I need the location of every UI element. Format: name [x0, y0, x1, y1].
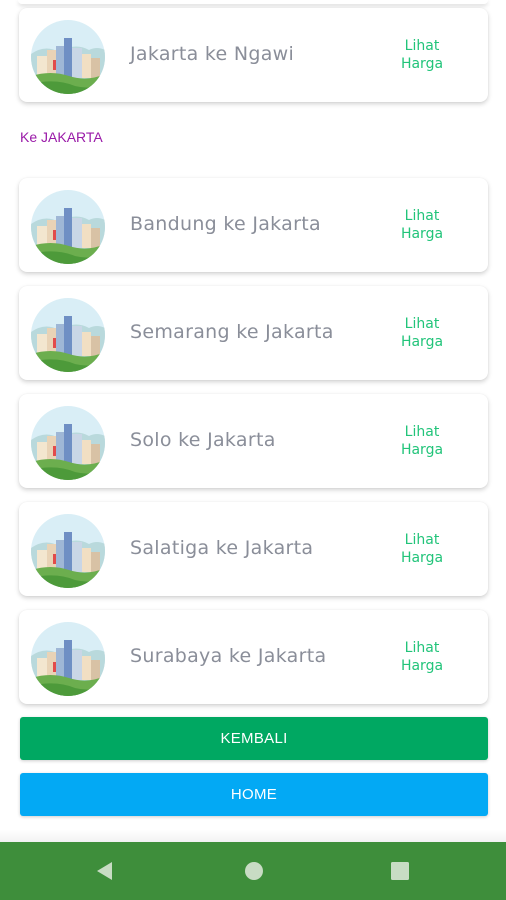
- link-line-1: Lihat: [404, 208, 440, 224]
- route-name: Surabaya ke Jakarta: [130, 645, 327, 667]
- route-card-surabaya[interactable]: Surabaya ke Jakarta Lihat Harga: [19, 610, 488, 704]
- city-thumbnail-icon: [31, 514, 105, 588]
- city-thumbnail-icon: [31, 190, 105, 264]
- lihat-harga-link[interactable]: Lihat Harga: [392, 207, 452, 243]
- lihat-harga-link[interactable]: Lihat Harga: [392, 531, 452, 567]
- back-triangle-icon[interactable]: [93, 859, 117, 883]
- city-thumbnail-icon: [31, 298, 105, 372]
- route-name: Salatiga ke Jakarta: [130, 537, 314, 559]
- route-name: Solo ke Jakarta: [130, 429, 276, 451]
- route-card-solo[interactable]: Solo ke Jakarta Lihat Harga: [19, 394, 488, 488]
- route-name: Bandung ke Jakarta: [130, 213, 321, 235]
- section-heading: Ke JAKARTA: [20, 129, 103, 145]
- route-name: Jakarta ke Ngawi: [130, 43, 295, 65]
- city-thumbnail-icon: [31, 622, 105, 696]
- link-line-1: Lihat: [404, 424, 440, 440]
- route-card-salatiga[interactable]: Salatiga ke Jakarta Lihat Harga: [19, 502, 488, 596]
- lihat-harga-link[interactable]: Lihat Harga: [392, 37, 452, 73]
- link-line-2: Harga: [400, 56, 444, 72]
- home-circle-icon[interactable]: [242, 859, 266, 883]
- content-bottom-edge: [0, 830, 506, 842]
- route-name: Semarang ke Jakarta: [130, 321, 334, 343]
- lihat-harga-link[interactable]: Lihat Harga: [392, 315, 452, 351]
- city-thumbnail-icon: [31, 20, 105, 94]
- link-line-1: Lihat: [404, 640, 440, 656]
- home-button[interactable]: HOME: [20, 773, 488, 816]
- previous-card-edge: [18, 0, 488, 4]
- link-line-1: Lihat: [404, 38, 440, 54]
- kembali-button[interactable]: KEMBALI: [20, 717, 488, 760]
- link-line-2: Harga: [400, 442, 444, 458]
- route-card-semarang[interactable]: Semarang ke Jakarta Lihat Harga: [19, 286, 488, 380]
- system-navigation-bar: [0, 842, 506, 900]
- lihat-harga-link[interactable]: Lihat Harga: [392, 639, 452, 675]
- city-thumbnail-icon: [31, 406, 105, 480]
- link-line-1: Lihat: [404, 316, 440, 332]
- link-line-2: Harga: [400, 334, 444, 350]
- link-line-2: Harga: [400, 226, 444, 242]
- recent-square-icon[interactable]: [388, 859, 412, 883]
- lihat-harga-link[interactable]: Lihat Harga: [392, 423, 452, 459]
- link-line-2: Harga: [400, 550, 444, 566]
- link-line-1: Lihat: [404, 532, 440, 548]
- link-line-2: Harga: [400, 658, 444, 674]
- route-card-jakarta-ngawi[interactable]: Jakarta ke Ngawi Lihat Harga: [19, 8, 488, 102]
- route-card-bandung[interactable]: Bandung ke Jakarta Lihat Harga: [19, 178, 488, 272]
